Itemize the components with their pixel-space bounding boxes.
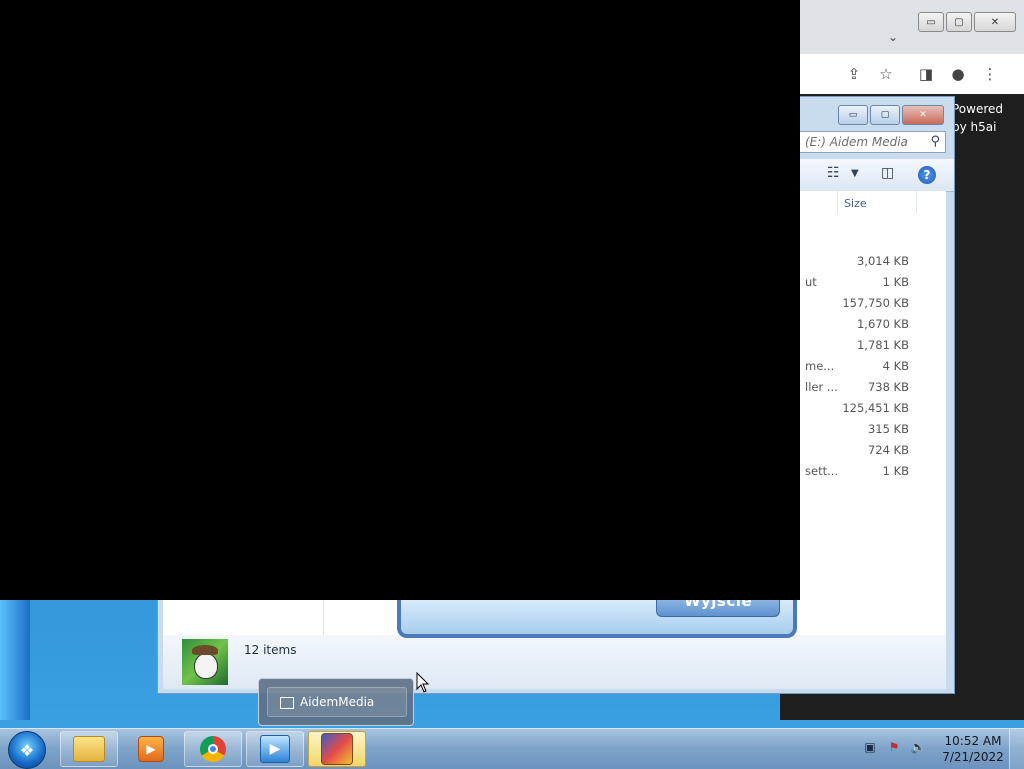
search-icon[interactable]: ⚲ xyxy=(930,134,940,149)
black-app-window[interactable] xyxy=(0,0,800,600)
file-size: 3,014 KB xyxy=(856,254,909,268)
action-center-flag-icon[interactable]: ⚑ xyxy=(886,739,902,755)
clock-time: 10:52 AM xyxy=(944,734,1002,748)
taskbar-chrome-button[interactable] xyxy=(184,731,242,767)
explorer-close-button[interactable]: ✕ xyxy=(902,105,944,125)
thumbnail-label: AidemMedia xyxy=(300,695,375,709)
windows-logo-icon: ❖ xyxy=(19,740,35,760)
folder-icon xyxy=(73,736,105,762)
window-icon xyxy=(280,697,294,709)
clock-date: 7/21/2022 xyxy=(942,750,1004,764)
chrome-minimize-button[interactable]: ▭ xyxy=(918,12,944,32)
file-size: 4 KB xyxy=(882,359,909,373)
file-name-fragment[interactable]: sett... xyxy=(805,464,838,478)
taskbar-thumbnail-popup: AidemMedia xyxy=(258,678,414,726)
change-view-icon[interactable]: ☷ xyxy=(827,165,840,181)
desktop-wallpaper-swoosh xyxy=(0,600,30,720)
mouse-cursor-icon xyxy=(416,672,430,693)
side-panel-icon[interactable]: ◨ xyxy=(916,64,936,84)
item-count: 12 items xyxy=(244,643,297,657)
dog-mascot-icon xyxy=(194,653,218,679)
media-player-icon: ▶ xyxy=(138,736,164,762)
chrome-close-button[interactable]: ✕ xyxy=(974,12,1016,32)
drive-thumbnail-image xyxy=(182,639,228,685)
share-icon[interactable]: ⇪ xyxy=(844,64,864,84)
tab-search-dropdown-icon[interactable]: ⌄ xyxy=(888,30,898,44)
explorer-search-input[interactable]: (E:) Aidem Media ⚲ xyxy=(798,131,946,153)
start-button[interactable]: ❖ xyxy=(8,731,46,769)
file-size: 157,750 KB xyxy=(842,296,909,310)
chrome-caption-buttons: ▭ ▢ ✕ xyxy=(918,12,1016,32)
file-name-fragment[interactable]: me... xyxy=(805,359,834,373)
file-name-fragment[interactable]: ut xyxy=(805,275,817,289)
h5ai-credit-line2: by h5ai xyxy=(952,120,997,134)
profile-avatar-icon[interactable]: ● xyxy=(948,64,968,84)
taskbar-media-player-button[interactable]: ▶ xyxy=(122,731,180,767)
help-icon[interactable]: ? xyxy=(918,166,936,184)
hat-icon xyxy=(192,645,218,655)
explorer-minimize-button[interactable]: ▭ xyxy=(838,105,868,125)
file-size: 1 KB xyxy=(882,464,909,478)
chrome-menu-icon[interactable]: ⋮ xyxy=(980,64,1000,84)
file-size: 738 KB xyxy=(867,380,909,394)
chrome-maximize-button[interactable]: ▢ xyxy=(946,12,972,32)
volume-icon[interactable]: 🔈 xyxy=(910,739,926,755)
taskbar: ❖ ▶ ▶ ▣ ⚑ 🔈 10:52 AM 7/21/2022 xyxy=(0,728,1024,769)
file-size: 1,781 KB xyxy=(856,338,909,352)
file-size: 315 KB xyxy=(867,422,909,436)
network-icon[interactable]: ▣ xyxy=(862,739,878,755)
thumbnail-item-aidemmedia[interactable]: AidemMedia xyxy=(267,687,407,717)
chrome-titlebar: ▭ ▢ ✕ ⌄ xyxy=(780,0,1024,54)
explorer-caption-buttons: ▭ ▢ ✕ xyxy=(838,105,944,125)
file-size: 1 KB xyxy=(882,275,909,289)
system-tray: ▣ ⚑ 🔈 xyxy=(862,739,926,755)
taskbar-aidemmedia-button[interactable] xyxy=(308,731,366,767)
search-placeholder: (E:) Aidem Media xyxy=(805,135,908,149)
play-icon: ▶ xyxy=(260,735,290,763)
preview-pane-icon[interactable]: ◫ xyxy=(881,165,894,181)
chrome-icon xyxy=(200,736,226,762)
taskbar-explorer-button[interactable] xyxy=(60,731,118,767)
show-desktop-button[interactable] xyxy=(1009,729,1024,769)
taskbar-player-button[interactable]: ▶ xyxy=(246,731,304,767)
aidemmedia-icon xyxy=(321,733,353,765)
chrome-toolbar: ⇪ ☆ ◨ ● ⋮ xyxy=(780,54,1024,95)
size-column-header[interactable]: Size xyxy=(837,191,917,213)
h5ai-credit-line1: Powered xyxy=(952,102,1004,116)
bookmark-star-icon[interactable]: ☆ xyxy=(876,64,896,84)
file-name-fragment[interactable]: ller ... xyxy=(805,380,838,394)
view-dropdown-chevron-icon[interactable]: ▼ xyxy=(851,168,859,179)
h5ai-credit[interactable]: Powered by h5ai xyxy=(952,100,1003,136)
explorer-maximize-button[interactable]: ▢ xyxy=(870,105,900,125)
taskbar-clock[interactable]: 10:52 AM 7/21/2022 xyxy=(938,733,1008,765)
file-size: 1,670 KB xyxy=(856,317,909,331)
file-size: 125,451 KB xyxy=(842,401,909,415)
file-size: 724 KB xyxy=(867,443,909,457)
